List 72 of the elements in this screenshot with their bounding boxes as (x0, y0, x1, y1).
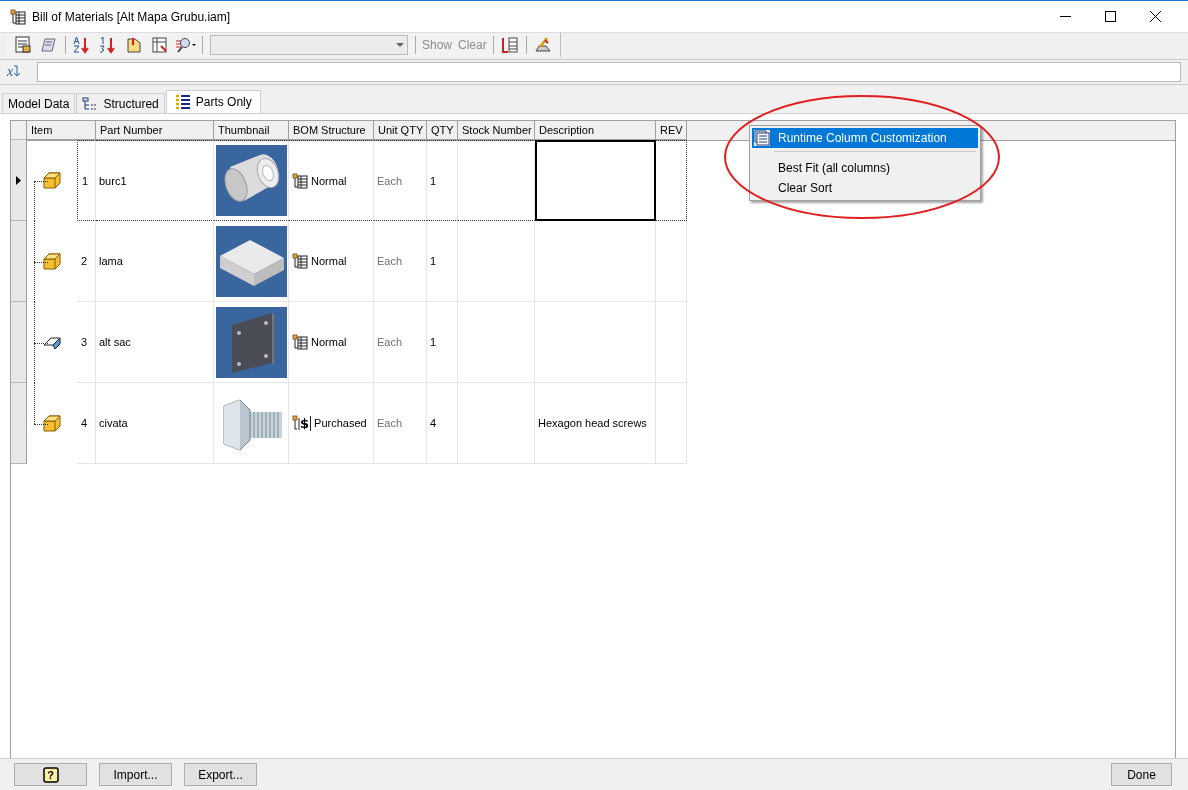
table-cell: Each (374, 221, 427, 302)
purchased-icon (292, 415, 300, 431)
current-row-icon (16, 175, 21, 185)
tab[interactable]: Parts Only (165, 90, 261, 113)
window-title: Bill of Materials [Alt Mapa Grubu.iam] (32, 9, 231, 24)
report-icon[interactable] (14, 36, 32, 54)
table-cell: 4 (427, 383, 458, 464)
table-cell: Each (374, 302, 427, 383)
tab[interactable]: Model Data (2, 93, 76, 113)
table-cell: civata (96, 383, 214, 464)
down-arrow-icon (13, 65, 23, 77)
table-cell: alt sac (96, 302, 214, 383)
formula-button[interactable]: x (7, 65, 29, 79)
table-cell: 1 (427, 140, 458, 221)
column-header[interactable]: Thumbnail (214, 121, 289, 140)
tree-list-icon (10, 8, 26, 25)
help-icon (43, 767, 59, 783)
column-list-icon (754, 130, 770, 146)
column-header[interactable]: Item (27, 121, 96, 140)
parts-list-icon (174, 94, 191, 110)
column-header[interactable]: REV (656, 121, 687, 140)
column-header[interactable]: BOM Structure (289, 121, 374, 140)
table-cell: 3 (77, 302, 96, 383)
edit-sheet-icon[interactable] (533, 36, 552, 54)
footer-button[interactable]: Export... (184, 763, 257, 786)
table-cell: Each (374, 140, 427, 221)
structure-tree-icon (82, 96, 99, 111)
folder-icon[interactable] (125, 36, 143, 54)
close-icon[interactable] (1150, 11, 1161, 22)
column-header[interactable]: Part Number (96, 121, 214, 140)
footer-button[interactable]: Import... (99, 763, 172, 786)
part-thumbnail (215, 145, 287, 216)
table-cell: Each (374, 383, 427, 464)
table-cell: Normal (311, 255, 347, 267)
find-icon[interactable] (175, 36, 197, 54)
table-cell: lama (96, 221, 214, 302)
formula-field[interactable] (37, 62, 1181, 82)
column-chooser-icon[interactable] (500, 36, 519, 54)
help-button[interactable]: ? (14, 763, 87, 786)
column-header[interactable]: Stock Number (458, 121, 535, 140)
part-thumbnail (215, 306, 287, 378)
table-cell: burc1 (96, 140, 214, 221)
column-header[interactable]: QTY (427, 121, 458, 140)
tree-list-icon (292, 253, 308, 269)
table-cell: Purchased (314, 417, 367, 429)
part-cube-icon (43, 253, 61, 270)
part-cube-icon (43, 415, 61, 432)
table-cell: 1 (77, 140, 96, 221)
document-icon[interactable] (40, 36, 58, 54)
table-cell: Normal (311, 174, 347, 187)
dropdown-arrow-icon (396, 43, 404, 47)
sort-number-icon[interactable] (99, 36, 117, 54)
table-cell: 2 (77, 221, 96, 302)
table-cell: 1 (427, 221, 458, 302)
table-cell: 4 (77, 383, 96, 464)
tree-list-icon (292, 334, 308, 350)
menu-item[interactable]: Clear Sort (752, 178, 978, 198)
column-header[interactable]: Description (535, 121, 656, 140)
menu-item[interactable]: Runtime Column Customization (752, 128, 978, 148)
sort-alpha-icon[interactable] (73, 36, 91, 54)
tab[interactable]: Structured (76, 93, 165, 113)
footer-button[interactable]: Done (1111, 763, 1172, 786)
column-header[interactable]: Unit QTY (374, 121, 427, 140)
part-cube-icon (43, 172, 61, 189)
export-grid-icon[interactable] (151, 36, 169, 54)
tree-list-icon (292, 172, 308, 189)
menu-item[interactable]: Best Fit (all columns) (752, 158, 978, 178)
table-cell: Hexagon head screws (535, 383, 656, 464)
sheet-metal-icon (43, 335, 61, 350)
table-cell: Normal (311, 336, 347, 348)
table-cell: 1 (427, 302, 458, 383)
maximize-icon[interactable] (1105, 11, 1116, 22)
